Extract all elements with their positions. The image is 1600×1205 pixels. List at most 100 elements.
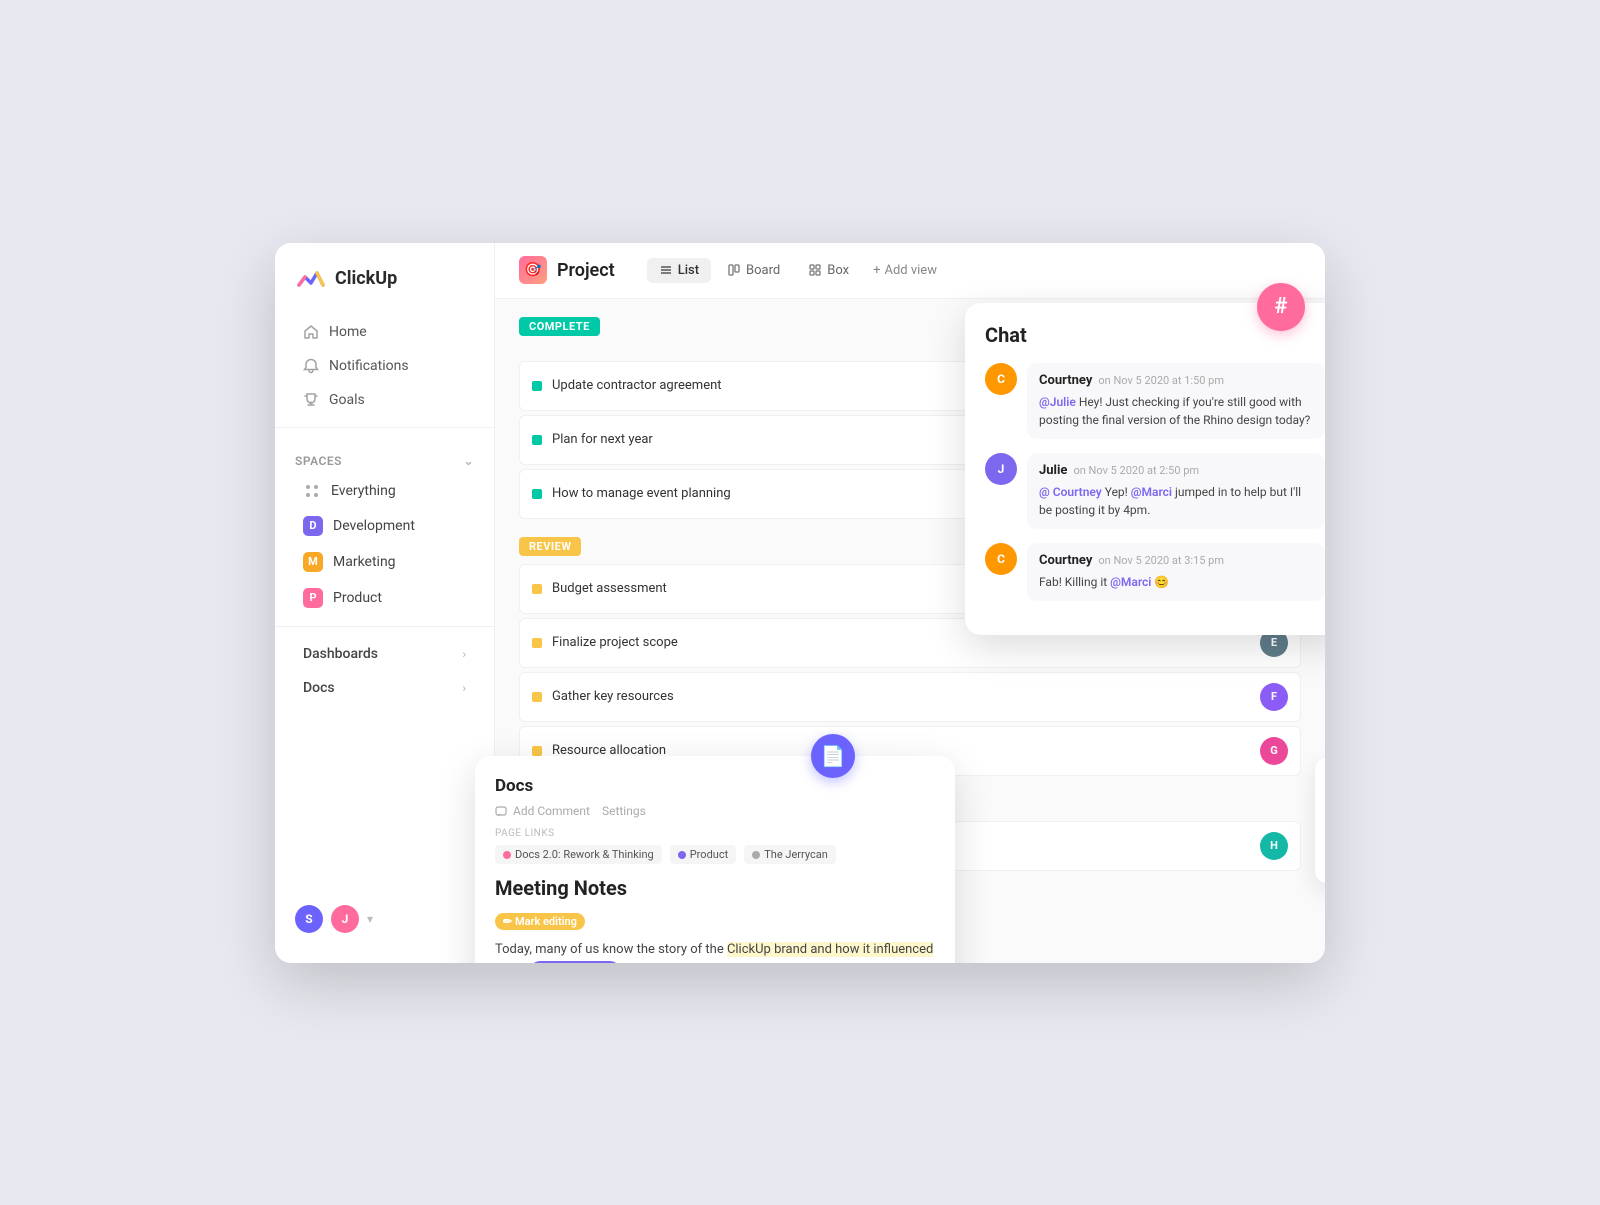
chat-text: @ Courtney Yep! @Marci jumped in to help…: [1039, 483, 1313, 519]
doc-link[interactable]: Docs 2.0: Rework & Thinking: [495, 845, 662, 864]
chat-avatar: C: [985, 363, 1017, 395]
tab-board[interactable]: Board: [715, 258, 792, 283]
task-name: Finalize project scope: [552, 635, 1260, 650]
view-tabs: List Board Box + Add view: [647, 258, 945, 283]
docs-panel: 📄 Docs Add Comment Settings PAGE LINKS D…: [475, 756, 955, 962]
clickup-logo-icon: [295, 263, 327, 295]
task-status-dot: [532, 638, 542, 648]
chat-bubble: Courtney on Nov 5 2020 at 1:50 pm @Julie…: [1027, 363, 1325, 439]
user-menu-arrow[interactable]: ▾: [367, 912, 373, 926]
sidebar-item-marketing[interactable]: M Marketing: [283, 545, 486, 579]
mark-editing-badge: ✏ Mark editing: [495, 913, 585, 930]
sidebar-item-development[interactable]: D Development: [283, 509, 486, 543]
docs-body: Today, many of us know the story of the …: [495, 940, 935, 962]
chat-text: @Julie Hey! Just checking if you're stil…: [1039, 393, 1313, 429]
chat-meta: Julie on Nov 5 2020 at 2:50 pm: [1039, 463, 1313, 478]
app-container: ClickUp Home Notifications Goals Spaces: [275, 243, 1325, 963]
task-row[interactable]: Gather key resources F: [519, 672, 1301, 722]
chat-message: C Courtney on Nov 5 2020 at 1:50 pm @Jul…: [985, 363, 1325, 439]
chat-text: Fab! Killing it @Marci 😊: [1039, 573, 1313, 591]
development-badge: D: [303, 516, 323, 536]
sidebar-item-home[interactable]: Home: [283, 316, 486, 348]
dashboards-chevron-icon: ›: [462, 647, 466, 661]
avatar-user1[interactable]: S: [295, 905, 323, 933]
spaces-section-header: Spaces ⌄: [275, 438, 494, 474]
sidebar-item-goals[interactable]: Goals: [283, 384, 486, 416]
page-links-label: PAGE LINKS: [495, 828, 935, 839]
chat-meta: Courtney on Nov 5 2020 at 3:15 pm: [1039, 553, 1313, 568]
mention: @Julie: [1039, 395, 1076, 409]
doc-link-dot: [503, 851, 511, 859]
doc-link-label: Product: [690, 848, 728, 861]
sidebar-item-product[interactable]: P Product: [283, 581, 486, 615]
sidebar-item-docs[interactable]: Docs ›: [283, 672, 486, 704]
doc-link[interactable]: Product: [670, 845, 736, 864]
app-name: ClickUp: [335, 268, 397, 289]
doc-link-dot: [678, 851, 686, 859]
docs-actions: Add Comment Settings: [495, 804, 935, 818]
docs-label: Docs: [303, 680, 335, 696]
tab-list[interactable]: List: [647, 258, 711, 283]
sidebar-item-notifications[interactable]: Notifications: [283, 350, 486, 382]
add-view-label: Add view: [884, 263, 937, 278]
complete-label: COMPLETE: [519, 317, 600, 336]
avatar-user2[interactable]: J: [331, 905, 359, 933]
chat-bubble: Courtney on Nov 5 2020 at 3:15 pm Fab! K…: [1027, 543, 1325, 601]
sidebar-divider-2: [275, 626, 494, 627]
sidebar-item-dashboards[interactable]: Dashboards ›: [283, 638, 486, 670]
tags-panel: 📅 PLANNING ⚑ 📅 EXECUTION ⚑ 📅 EXECUTION ⚑: [1315, 758, 1325, 883]
trophy-icon: [303, 392, 319, 408]
doc-link-label: Docs 2.0: Rework & Thinking: [515, 848, 654, 861]
board-icon: [727, 263, 741, 277]
sidebar-divider: [275, 427, 494, 428]
product-label: Product: [333, 590, 382, 606]
plus-icon: +: [873, 263, 880, 278]
docs-panel-title: Docs: [495, 776, 935, 796]
highlight-text: ClickUp brand and how it influenced many: [495, 942, 933, 962]
spaces-chevron-icon[interactable]: ⌄: [463, 454, 474, 468]
task-status-dot: [532, 746, 542, 756]
docs-icon-button[interactable]: 📄: [811, 734, 855, 778]
chat-time: on Nov 5 2020 at 1:50 pm: [1098, 374, 1224, 387]
task-status-dot: [532, 381, 542, 391]
box-tab-label: Box: [827, 263, 849, 278]
hash-symbol: #: [1274, 294, 1287, 319]
add-comment-action[interactable]: Add Comment: [495, 804, 590, 818]
dashboards-label: Dashboards: [303, 646, 378, 662]
chat-hash-button[interactable]: #: [1257, 283, 1305, 331]
chat-message: C Courtney on Nov 5 2020 at 3:15 pm Fab!…: [985, 543, 1325, 601]
task-status-dot: [532, 584, 542, 594]
chat-author: Julie: [1039, 463, 1067, 478]
home-label: Home: [329, 324, 367, 340]
docs-heading: Meeting Notes: [495, 876, 935, 900]
list-icon: [659, 263, 673, 277]
chat-avatar: C: [985, 543, 1017, 575]
mention: @Marci: [1110, 575, 1151, 589]
grid-icon: [303, 482, 321, 500]
assignee-avatar: H: [1260, 832, 1288, 860]
add-view-button[interactable]: + Add view: [865, 258, 945, 283]
doc-link-label: The Jerrycan: [764, 848, 828, 861]
board-tab-label: Board: [746, 263, 780, 278]
docs-links: Docs 2.0: Rework & Thinking Product The …: [495, 845, 935, 864]
chat-author: Courtney: [1039, 553, 1092, 568]
chat-time: on Nov 5 2020 at 3:15 pm: [1098, 554, 1224, 567]
task-status-dot: [532, 489, 542, 499]
development-label: Development: [333, 518, 415, 534]
spaces-label: Spaces: [295, 454, 342, 468]
settings-action[interactable]: Settings: [602, 804, 646, 818]
goals-label: Goals: [329, 392, 365, 408]
assignee-avatar: G: [1260, 737, 1288, 765]
everything-label: Everything: [331, 483, 396, 499]
product-badge: P: [303, 588, 323, 608]
project-title: 🎯 Project: [519, 256, 615, 284]
tab-box[interactable]: Box: [796, 258, 861, 283]
doc-link[interactable]: The Jerrycan: [744, 845, 836, 864]
marketing-label: Marketing: [333, 554, 396, 570]
chat-bubble: Julie on Nov 5 2020 at 2:50 pm @ Courtne…: [1027, 453, 1325, 529]
mention: @Marci: [1131, 485, 1172, 499]
chat-author: Courtney: [1039, 373, 1092, 388]
mark-editing-btn[interactable]: ✏ Mark editing: [495, 910, 935, 934]
main-header: 🎯 Project List Board: [495, 243, 1325, 299]
sidebar-item-everything[interactable]: Everything: [283, 475, 486, 507]
